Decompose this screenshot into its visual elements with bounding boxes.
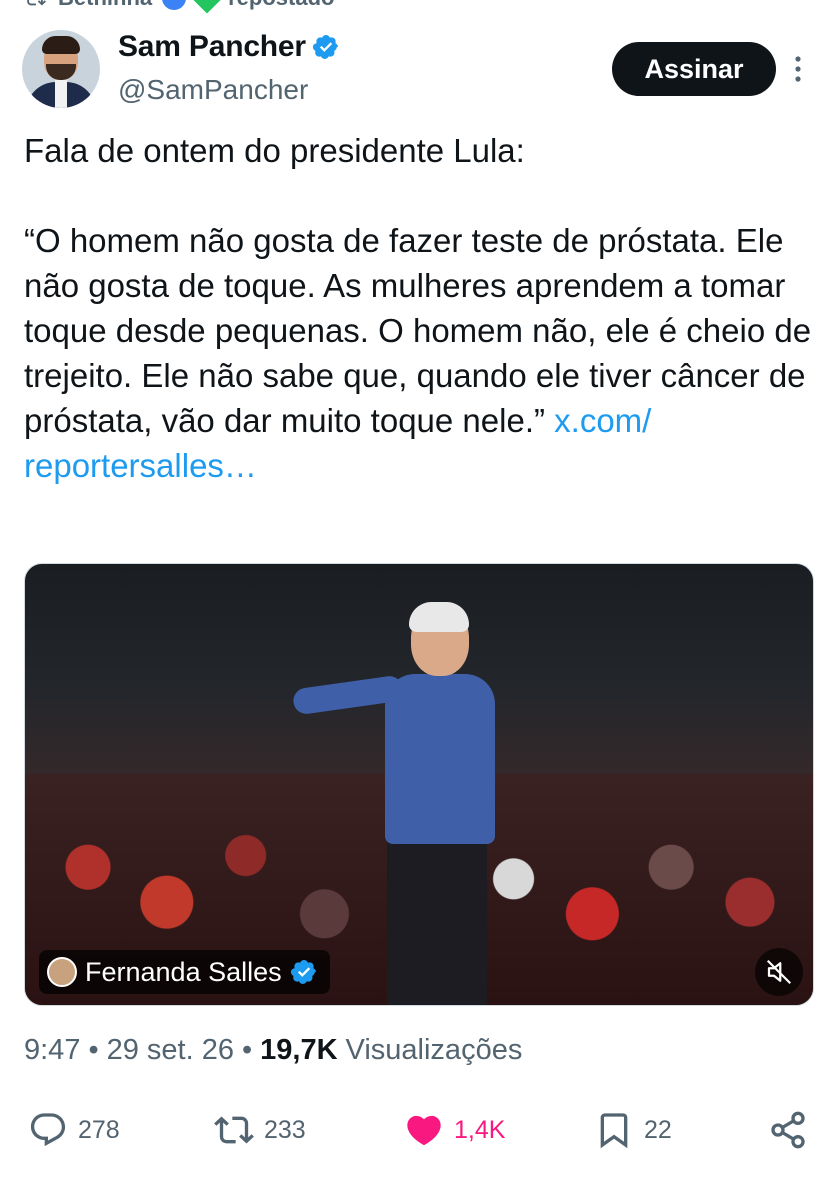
- reply-button[interactable]: 278: [28, 1106, 120, 1154]
- mute-button[interactable]: [755, 948, 803, 996]
- verified-badge-icon: [312, 35, 338, 59]
- repost-header[interactable]: Bethinha repostado: [22, 0, 334, 14]
- like-count: 1,4K: [454, 1115, 506, 1144]
- repost-count: 233: [264, 1115, 306, 1144]
- verified-badge-icon: [290, 960, 316, 984]
- reply-icon: [30, 1113, 66, 1147]
- action-bar: 278 233 1,4K 22: [24, 1106, 814, 1156]
- author-display-name[interactable]: Sam Pancher: [118, 30, 306, 64]
- views-label: Visualizações: [345, 1034, 523, 1066]
- repost-button[interactable]: 233: [214, 1106, 306, 1154]
- attribution-avatar: [47, 957, 77, 987]
- tweet-quote: “O homem não gosta de fazer teste de pró…: [24, 222, 821, 439]
- author-name-row[interactable]: Sam Pancher: [118, 30, 340, 64]
- author-handle[interactable]: @SamPancher: [118, 74, 308, 106]
- like-button[interactable]: 1,4K: [404, 1106, 505, 1154]
- emoji-icon: [162, 0, 187, 10]
- reply-count: 278: [78, 1115, 120, 1144]
- media-attribution[interactable]: Fernanda Salles: [39, 950, 330, 994]
- repost-label: repostado: [228, 0, 334, 11]
- subscribe-button[interactable]: Assinar: [612, 42, 776, 96]
- heart-filled-icon: [407, 1115, 441, 1146]
- bookmark-count: 22: [644, 1115, 672, 1144]
- more-options-icon[interactable]: [792, 54, 804, 84]
- video-player[interactable]: Fernanda Salles: [24, 563, 814, 1006]
- avatar[interactable]: [22, 30, 100, 108]
- tweet-time[interactable]: 9:47: [24, 1034, 80, 1067]
- tweet-header: Sam Pancher @SamPancher Assinar: [22, 30, 818, 110]
- bookmark-icon: [600, 1113, 628, 1149]
- views-count: 19,7K: [260, 1034, 338, 1066]
- attribution-name: Fernanda Salles: [85, 956, 282, 987]
- tweet-date[interactable]: 29 set. 26: [107, 1034, 234, 1067]
- share-icon: [771, 1111, 805, 1149]
- reposter-name[interactable]: Bethinha: [58, 0, 152, 11]
- meta-separator: •: [88, 1034, 99, 1066]
- muted-speaker-icon: [766, 959, 792, 985]
- bookmark-button[interactable]: 22: [594, 1106, 672, 1154]
- tweet-meta: 9:47 • 29 set. 26 • 19,7K Visualizações: [24, 1034, 522, 1067]
- share-button[interactable]: [768, 1106, 808, 1154]
- tweet-text: Fala de ontem do presidente Lula: “O hom…: [24, 128, 814, 488]
- repost-icon: [214, 1116, 254, 1144]
- meta-separator: •: [241, 1034, 253, 1066]
- emoji-icon: [191, 0, 223, 14]
- tweet-intro: Fala de ontem do presidente Lula:: [24, 132, 525, 169]
- repost-icon: [27, 0, 46, 6]
